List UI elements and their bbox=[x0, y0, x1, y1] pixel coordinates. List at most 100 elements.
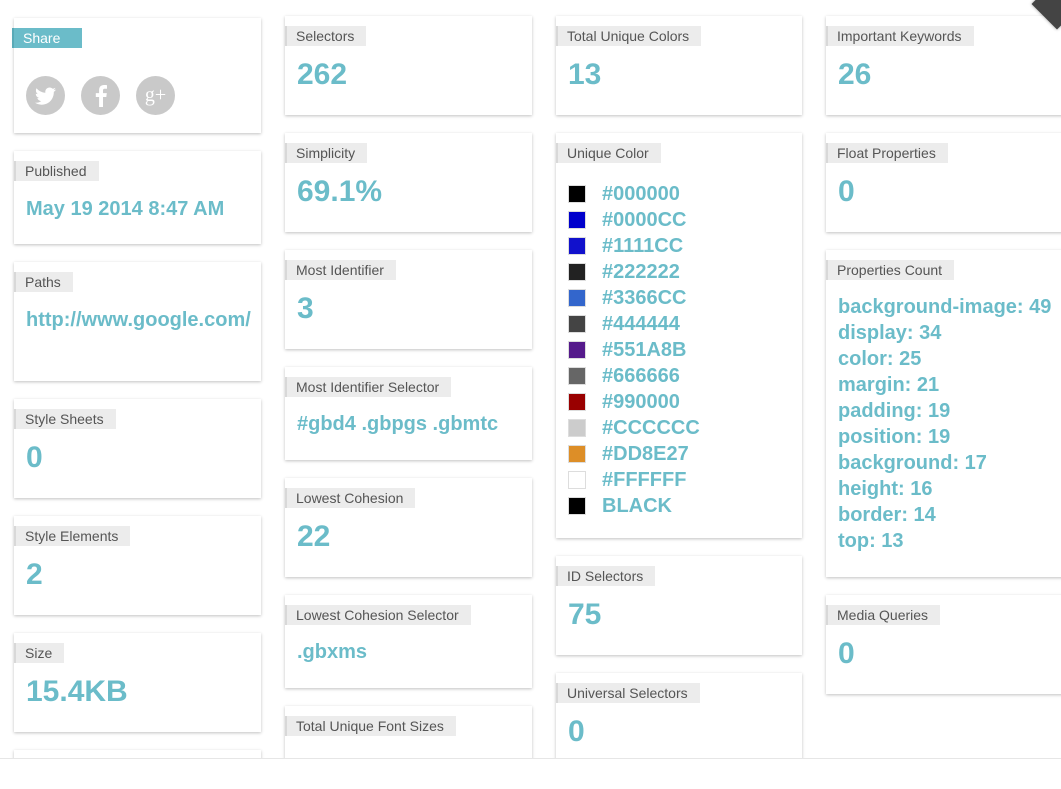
simplicity-card: Simplicity 69.1% bbox=[285, 133, 532, 232]
color-name: BLACK bbox=[602, 494, 672, 517]
size-value: 15.4KB bbox=[26, 675, 128, 708]
important-keywords-card: Important Keywords 26 bbox=[826, 16, 1061, 115]
facebook-icon[interactable] bbox=[81, 76, 120, 115]
unique-color-label: Unique Color bbox=[556, 143, 661, 163]
color-name: #3366CC bbox=[602, 286, 687, 309]
media-queries-label: Media Queries bbox=[826, 605, 941, 625]
color-swatch bbox=[568, 419, 586, 437]
partial-card bbox=[14, 750, 261, 758]
color-swatch bbox=[568, 237, 586, 255]
lowest-cohesion-selector-card: Lowest Cohesion Selector .gbxms bbox=[285, 595, 532, 688]
property-count-item: color: 25 bbox=[838, 348, 922, 370]
selectors-label: Selectors bbox=[285, 26, 367, 46]
property-count-item: padding: 19 bbox=[838, 400, 951, 422]
color-row: #551A8B bbox=[568, 337, 700, 363]
property-count-item: background-image: 49 bbox=[838, 296, 1052, 318]
color-swatch bbox=[568, 497, 586, 515]
style-elements-card: Style Elements 2 bbox=[14, 516, 261, 615]
color-row: #000000 bbox=[568, 181, 700, 207]
most-identifier-value: 3 bbox=[297, 292, 314, 325]
color-row: #666666 bbox=[568, 363, 700, 389]
most-identifier-selector-card: Most Identifier Selector #gbd4 .gbpgs .g… bbox=[285, 367, 532, 460]
lowest-cohesion-selector-label: Lowest Cohesion Selector bbox=[285, 605, 471, 625]
lowest-cohesion-label: Lowest Cohesion bbox=[285, 488, 416, 508]
most-identifier-card: Most Identifier 3 bbox=[285, 250, 532, 349]
simplicity-label: Simplicity bbox=[285, 143, 368, 163]
float-properties-card: Float Properties 0 bbox=[826, 133, 1061, 232]
properties-count-card: Properties Count background-image: 49 dis… bbox=[826, 250, 1061, 577]
social-icons: g+ bbox=[26, 76, 175, 115]
color-row: #CCCCCC bbox=[568, 415, 700, 441]
color-name: #FFFFFF bbox=[602, 468, 687, 491]
unique-color-card: Unique Color #000000 #0000CC #1111CC #22222… bbox=[556, 133, 802, 538]
color-swatch bbox=[568, 445, 586, 463]
color-swatch bbox=[568, 263, 586, 281]
most-identifier-label: Most Identifier bbox=[285, 260, 396, 280]
color-swatch bbox=[568, 471, 586, 489]
color-swatch bbox=[568, 289, 586, 307]
style-elements-label: Style Elements bbox=[14, 526, 131, 546]
important-keywords-label: Important Keywords bbox=[826, 26, 974, 46]
color-name: #1111CC bbox=[602, 234, 684, 257]
color-row: #1111CC bbox=[568, 233, 700, 259]
share-tag: Share bbox=[12, 28, 83, 48]
color-swatch bbox=[568, 185, 586, 203]
color-row: #990000 bbox=[568, 389, 700, 415]
color-name: #DD8E27 bbox=[602, 442, 689, 465]
color-name: #444444 bbox=[602, 312, 680, 335]
published-value: May 19 2014 8:47 AM bbox=[26, 198, 225, 220]
property-count-item: display: 34 bbox=[838, 322, 942, 344]
most-identifier-selector-value: #gbd4 .gbpgs .gbmtc bbox=[297, 413, 499, 435]
color-row: #DD8E27 bbox=[568, 441, 700, 467]
published-card: Published May 19 2014 8:47 AM bbox=[14, 151, 261, 244]
total-unique-colors-card: Total Unique Colors 13 bbox=[556, 16, 802, 115]
media-queries-card: Media Queries 0 bbox=[826, 595, 1061, 694]
id-selectors-card: ID Selectors 75 bbox=[556, 556, 802, 655]
google-plus-icon[interactable]: g+ bbox=[136, 76, 175, 115]
property-count-item: margin: 21 bbox=[838, 374, 940, 396]
unique-color-list: #000000 #0000CC #1111CC #222222 #3366CC #4444… bbox=[568, 181, 700, 519]
total-unique-colors-value: 13 bbox=[568, 58, 602, 91]
property-count-item: height: 16 bbox=[838, 478, 933, 500]
total-unique-colors-label: Total Unique Colors bbox=[556, 26, 702, 46]
report-viewport: Share g+ Published May 19 2014 8:47 AM P… bbox=[0, 0, 1061, 758]
color-row: #444444 bbox=[568, 311, 700, 337]
float-properties-value: 0 bbox=[838, 175, 855, 208]
color-name: #990000 bbox=[602, 390, 680, 413]
total-unique-font-sizes-card: Total Unique Font Sizes bbox=[285, 706, 532, 758]
style-sheets-value: 0 bbox=[26, 441, 43, 474]
important-keywords-value: 26 bbox=[838, 58, 872, 91]
properties-count-label: Properties Count bbox=[826, 260, 955, 280]
selectors-card: Selectors 262 bbox=[285, 16, 532, 115]
color-name: #222222 bbox=[602, 260, 680, 283]
style-sheets-card: Style Sheets 0 bbox=[14, 399, 261, 498]
color-row: #0000CC bbox=[568, 207, 700, 233]
universal-selectors-label: Universal Selectors bbox=[556, 683, 700, 703]
twitter-icon[interactable] bbox=[26, 76, 65, 115]
size-label: Size bbox=[14, 643, 65, 663]
selectors-value: 262 bbox=[297, 58, 348, 91]
simplicity-value: 69.1% bbox=[297, 175, 383, 208]
style-elements-value: 2 bbox=[26, 558, 43, 591]
total-unique-font-sizes-label: Total Unique Font Sizes bbox=[285, 716, 456, 736]
lowest-cohesion-value: 22 bbox=[297, 520, 331, 553]
color-swatch bbox=[568, 341, 586, 359]
property-count-item: position: 19 bbox=[838, 426, 951, 448]
color-name: #0000CC bbox=[602, 208, 687, 231]
bottom-bar bbox=[0, 758, 1061, 789]
style-sheets-label: Style Sheets bbox=[14, 409, 116, 429]
color-row: #222222 bbox=[568, 259, 700, 285]
universal-selectors-card: Universal Selectors 0 bbox=[556, 673, 802, 758]
paths-card: Paths http://www.google.com/ bbox=[14, 262, 261, 381]
lowest-cohesion-selector-value: .gbxms bbox=[297, 641, 368, 663]
color-swatch bbox=[568, 211, 586, 229]
paths-label: Paths bbox=[14, 272, 73, 292]
color-name: #666666 bbox=[602, 364, 680, 387]
media-queries-value: 0 bbox=[838, 637, 855, 670]
lowest-cohesion-card: Lowest Cohesion 22 bbox=[285, 478, 532, 577]
share-card: Share g+ bbox=[12, 18, 261, 133]
paths-value[interactable]: http://www.google.com/ bbox=[26, 307, 252, 333]
properties-count-list: background-image: 49 display: 34 color: 25… bbox=[838, 294, 1051, 554]
id-selectors-value: 75 bbox=[568, 598, 602, 631]
color-name: #CCCCCC bbox=[602, 416, 700, 439]
